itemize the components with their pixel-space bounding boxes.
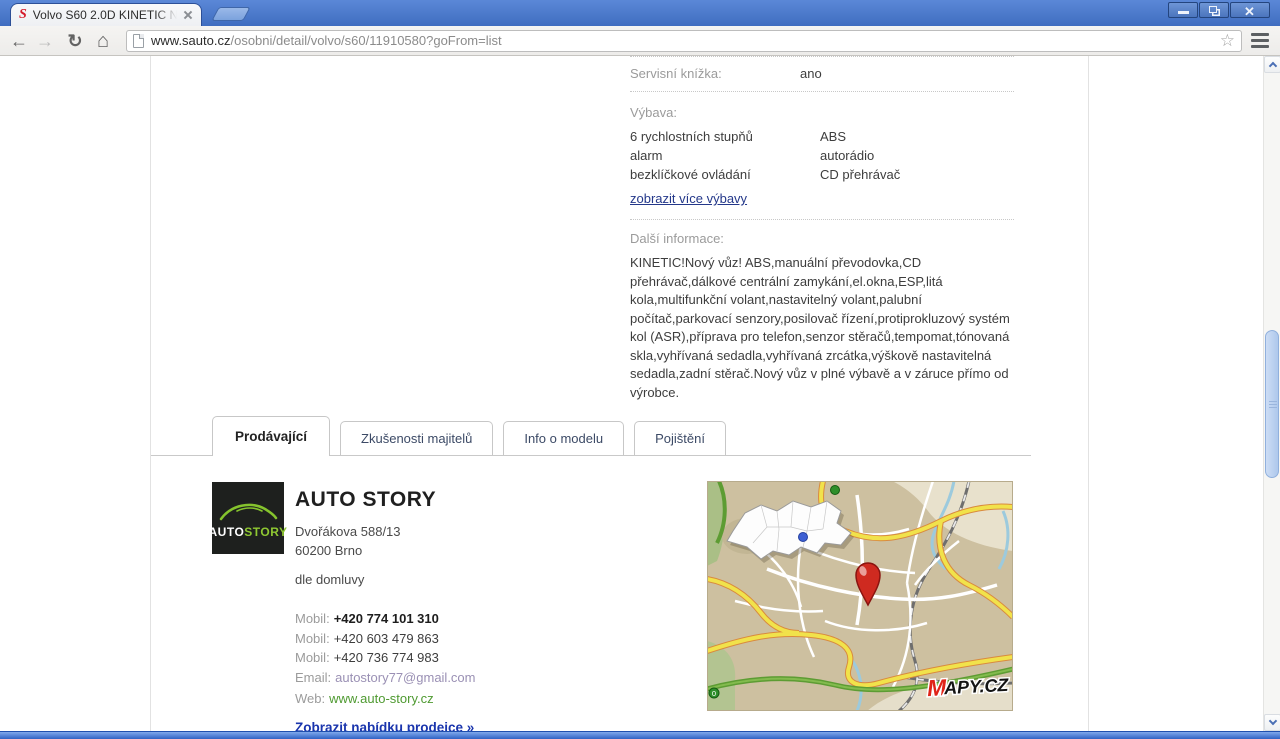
equipment-list: 6 rychlostních stupňů ABS alarm autorádi… [630, 127, 1014, 184]
contact-row: Mobil: +420 603 479 863 [295, 629, 476, 648]
inset-location-dot [799, 533, 808, 542]
equipment-row: alarm autorádio [630, 146, 1014, 165]
equipment-item: autorádio [820, 146, 874, 165]
seller-logo: AUTOSTORY [212, 482, 284, 554]
tab-close-icon[interactable] [181, 8, 195, 22]
title-bar: S Volvo S60 2.0D KINETIC Nov [0, 0, 1280, 26]
logo-word-story: STORY [244, 525, 287, 539]
page-icon [133, 34, 144, 48]
mapy-logo-rest: APY.CZ [943, 675, 1010, 698]
address-line: 60200 Brno [295, 541, 401, 560]
close-button[interactable] [1230, 2, 1270, 18]
equipment-item: CD přehrávač [820, 165, 900, 184]
more-info-label: Další informace: [630, 231, 1014, 246]
equipment-item: alarm [630, 146, 820, 165]
contact-row: Mobil: +420 736 774 983 [295, 648, 476, 667]
tab-prodavajici[interactable]: Prodávající [212, 416, 330, 456]
scrollbar-grip [1269, 401, 1277, 409]
equipment-row: 6 rychlostních stupňů ABS [630, 127, 1014, 146]
website-link[interactable]: www.auto-story.cz [329, 691, 434, 706]
equipment-item: ABS [820, 127, 846, 146]
logo-wordmark: AUTOSTORY [209, 525, 288, 539]
seller-contacts: Mobil: +420 774 101 310 Mobil: +420 603 47… [295, 609, 476, 709]
vertical-scrollbar[interactable] [1263, 56, 1280, 731]
phone-number: +420 736 774 983 [334, 650, 439, 665]
opening-hours-note: dle domluvy [295, 572, 364, 587]
service-book-label: Servisní knížka: [630, 66, 800, 81]
bookmark-star-icon[interactable] [1220, 31, 1235, 51]
service-book-row: Servisní knížka: ano [630, 57, 1014, 92]
browser-toolbar: www.sauto.cz /osobni/detail/volvo/s60/11… [0, 26, 1280, 56]
home-icon[interactable] [90, 28, 116, 54]
sauto-favicon-icon: S [19, 7, 27, 23]
contact-label: Mobil: [295, 631, 330, 646]
contact-row: Mobil: +420 774 101 310 [295, 609, 476, 628]
url-path: /osobni/detail/volvo/s60/11910580?goFrom… [230, 33, 1219, 48]
contact-label: Web: [295, 691, 325, 706]
logo-car-icon [217, 497, 279, 523]
email-link[interactable]: autostory77@gmail.com [335, 670, 475, 685]
equipment-label: Výbava: [630, 105, 1014, 120]
url-bar[interactable]: www.sauto.cz /osobni/detail/volvo/s60/11… [126, 30, 1242, 52]
menu-icon[interactable] [1251, 30, 1271, 51]
scrollbar-thumb[interactable] [1265, 330, 1279, 478]
equipment-item: 6 rychlostních stupňů [630, 127, 820, 146]
forward-icon[interactable] [32, 28, 58, 54]
minimize-button[interactable] [1168, 2, 1198, 18]
new-tab-button[interactable] [211, 7, 250, 21]
equipment-item: bezklíčkové ovládání [630, 165, 820, 184]
contact-label: Mobil: [295, 650, 330, 665]
show-more-equipment-link[interactable]: zobrazit více výbavy [630, 191, 747, 206]
restore-button[interactable] [1199, 2, 1229, 18]
map-marker-label: 0 [712, 689, 716, 698]
contact-label: Mobil: [295, 611, 330, 626]
seller-address: Dvořákova 588/13 60200 Brno [295, 522, 401, 560]
browser-tab[interactable]: S Volvo S60 2.0D KINETIC Nov [10, 3, 202, 26]
tab-info-o-modelu[interactable]: Info o modelu [503, 421, 624, 455]
restore-icon [1209, 6, 1217, 13]
service-book-value: ano [800, 66, 822, 81]
tab-zkusenosti-majitelu[interactable]: Zkušenosti majitelů [340, 421, 493, 455]
page-viewport: Servisní knížka: ano Výbava: 6 rychlostn… [0, 56, 1263, 731]
seller-offers-link[interactable]: Zobrazit nabídku prodejce » [295, 720, 474, 731]
seller-tabs: Prodávající Zkušenosti majitelů Info o m… [151, 416, 1031, 456]
more-info-text: KINETIC!Nový vůz! ABS,manuální převodovk… [630, 254, 1014, 402]
url-host: www.sauto.cz [151, 33, 230, 48]
tab-title: Volvo S60 2.0D KINETIC Nov [33, 8, 177, 22]
address-line: Dvořákova 588/13 [295, 522, 401, 541]
taskbar-edge [0, 731, 1280, 739]
scroll-up-button[interactable] [1264, 56, 1280, 73]
tab-pojisteni[interactable]: Pojištění [634, 421, 726, 455]
seller-name: AUTO STORY [295, 488, 436, 512]
scroll-down-button[interactable] [1264, 714, 1280, 731]
logo-word-auto: AUTO [209, 525, 245, 539]
chevron-up-icon [1269, 62, 1277, 70]
back-icon[interactable] [6, 28, 32, 54]
contact-row: Email: autostory77@gmail.com [295, 668, 476, 687]
chevron-down-icon [1269, 717, 1277, 725]
phone-number: +420 603 479 863 [334, 631, 439, 646]
car-details-panel: Servisní knížka: ano Výbava: 6 rychlostn… [630, 56, 1014, 402]
minimize-icon [1178, 11, 1189, 14]
equipment-row: bezklíčkové ovládání CD přehrávač [630, 165, 1014, 184]
phone-number: +420 774 101 310 [334, 611, 439, 626]
contact-label: Email: [295, 670, 331, 685]
window-controls [1167, 2, 1270, 18]
close-icon [1244, 4, 1255, 20]
reload-icon[interactable] [62, 28, 88, 54]
seller-location-map[interactable]: 0 M APY.CZ [707, 481, 1013, 711]
contact-row: Web: www.auto-story.cz [295, 689, 476, 708]
